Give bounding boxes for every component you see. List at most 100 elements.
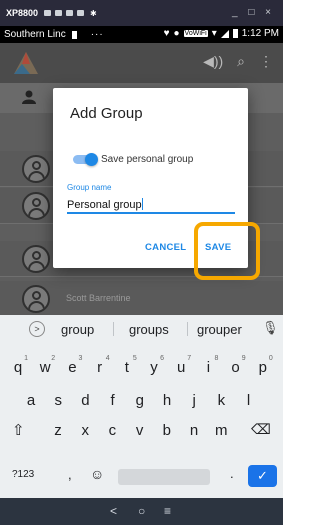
key-p[interactable]: p0: [253, 355, 273, 376]
volume-icon[interactable]: ◀)): [203, 53, 223, 70]
window-controls[interactable]: _ □ ×: [232, 7, 275, 18]
comma-key[interactable]: ,: [68, 467, 72, 482]
key-number-hint: 9: [241, 355, 246, 362]
home-icon[interactable]: ○: [138, 504, 145, 518]
suggestion-item[interactable]: groups: [129, 322, 169, 337]
signal-icon: [220, 29, 229, 38]
emulator-title-bar: XP8800 ✱ _ □ ×: [0, 0, 283, 26]
emulator-title: XP8800: [6, 8, 39, 18]
key-number-hint: 7: [187, 355, 192, 362]
key-w[interactable]: w2: [35, 355, 55, 376]
key-k[interactable]: k: [211, 392, 231, 409]
key-number-hint: 2: [51, 355, 56, 362]
headset-icon[interactable]: [66, 10, 74, 16]
key-b[interactable]: b: [157, 422, 177, 439]
enter-key[interactable]: ✓: [248, 465, 277, 487]
suggestion-divider: [113, 322, 114, 336]
key-i[interactable]: i8: [198, 355, 219, 376]
recents-icon[interactable]: ≡: [164, 504, 171, 518]
navigation-bar: < ○ ≡: [0, 498, 283, 525]
checkmark-icon: ✓: [257, 468, 268, 483]
text-cursor: [141, 198, 143, 210]
more-notifications-icon: ···: [90, 29, 104, 40]
key-g[interactable]: g: [130, 392, 150, 409]
group-name-value: Personal group: [67, 198, 143, 211]
key-j[interactable]: j: [184, 392, 204, 409]
key-n[interactable]: n: [184, 422, 204, 439]
key-v[interactable]: v: [130, 422, 150, 439]
backspace-icon[interactable]: ⌫: [251, 421, 271, 438]
key-c[interactable]: c: [102, 422, 122, 439]
dialog-title: Add Group: [70, 105, 143, 122]
group-name-label: Group name: [67, 183, 112, 192]
camera-icon[interactable]: [44, 10, 52, 16]
add-group-dialog: Add Group Save personal group Group name…: [53, 88, 248, 268]
app-logo-icon: [14, 52, 38, 74]
avatar-icon: [22, 192, 50, 220]
gear-icon[interactable]: ✱: [90, 9, 97, 18]
key-number-hint: 4: [105, 355, 110, 362]
key-y[interactable]: y6: [144, 355, 164, 376]
location-icon: ●: [173, 28, 180, 39]
microphone-icon[interactable]: 🎙: [262, 320, 279, 336]
key-f[interactable]: f: [103, 392, 123, 409]
vowifi-icon: VoWiFi: [183, 30, 208, 37]
status-bar: Southern Linc ··· ♥ ● VoWiFi ▾ 1:12 PM: [0, 26, 283, 43]
cancel-button[interactable]: CANCEL: [145, 242, 186, 253]
suggestion-item[interactable]: grouper: [197, 322, 242, 337]
key-d[interactable]: d: [75, 392, 95, 409]
space-bar[interactable]: [118, 469, 210, 485]
key-r[interactable]: r4: [90, 355, 110, 376]
fullscreen-icon[interactable]: [77, 10, 85, 16]
avatar-icon: [22, 245, 50, 273]
key-number-hint: 8: [214, 355, 219, 362]
chevron-right-icon[interactable]: >: [29, 321, 45, 337]
key-number-hint: 3: [78, 355, 83, 362]
toggle-label: Save personal group: [101, 154, 194, 165]
wifi-icon: ▾: [211, 28, 217, 39]
suggestion-strip: > group groups grouper 🎙: [0, 315, 283, 343]
key-a[interactable]: a: [21, 392, 41, 409]
key-number-hint: 6: [160, 355, 164, 362]
person-icon: [22, 90, 36, 104]
period-key[interactable]: .: [230, 466, 234, 481]
key-h[interactable]: h: [157, 392, 177, 409]
key-x[interactable]: x: [75, 422, 95, 439]
key-e[interactable]: e3: [62, 355, 82, 376]
contact-row[interactable]: Scott Barrentine: [0, 281, 283, 315]
overflow-menu-icon[interactable]: ⋮: [259, 53, 273, 70]
app-toolbar: ◀)) ⌕ ⋮: [0, 43, 283, 83]
avatar-icon: [22, 285, 50, 313]
clock: 1:12 PM: [241, 28, 279, 39]
save-personal-group-toggle[interactable]: [73, 153, 98, 166]
symbols-key[interactable]: ?123: [12, 469, 34, 480]
toggle-thumb: [85, 153, 98, 166]
key-z[interactable]: z: [48, 422, 68, 439]
key-number-hint: 1: [24, 355, 28, 362]
key-t[interactable]: t5: [117, 355, 137, 376]
key-number-hint: 5: [132, 355, 137, 362]
heart-icon: ♥: [163, 28, 170, 39]
search-icon[interactable]: ⌕: [237, 53, 245, 70]
battery-small-icon: [71, 30, 77, 39]
key-m[interactable]: m: [211, 422, 231, 439]
key-q[interactable]: q1: [8, 355, 28, 376]
carrier-label: Southern Linc: [4, 29, 66, 40]
battery-icon: [232, 29, 238, 38]
video-icon[interactable]: [55, 10, 63, 16]
emoji-icon[interactable]: ☺: [90, 466, 104, 482]
key-o[interactable]: o9: [226, 355, 245, 376]
key-number-hint: 0: [268, 355, 273, 362]
avatar-icon: [22, 155, 50, 183]
group-name-text: Personal group: [67, 199, 142, 211]
suggestion-item[interactable]: group: [61, 322, 94, 337]
keyboard: > group groups grouper 🎙 q1 w2 e3 r4 t5 y6 u7 i…: [0, 315, 283, 498]
key-s[interactable]: s: [48, 392, 68, 409]
contact-name: Scott Barrentine: [66, 293, 131, 303]
shift-icon[interactable]: ⇧: [12, 421, 25, 439]
suggestion-divider: [187, 322, 188, 336]
back-icon[interactable]: <: [110, 504, 117, 518]
key-l[interactable]: l: [239, 392, 259, 409]
key-u[interactable]: u7: [171, 355, 191, 376]
save-button[interactable]: SAVE: [205, 242, 231, 253]
